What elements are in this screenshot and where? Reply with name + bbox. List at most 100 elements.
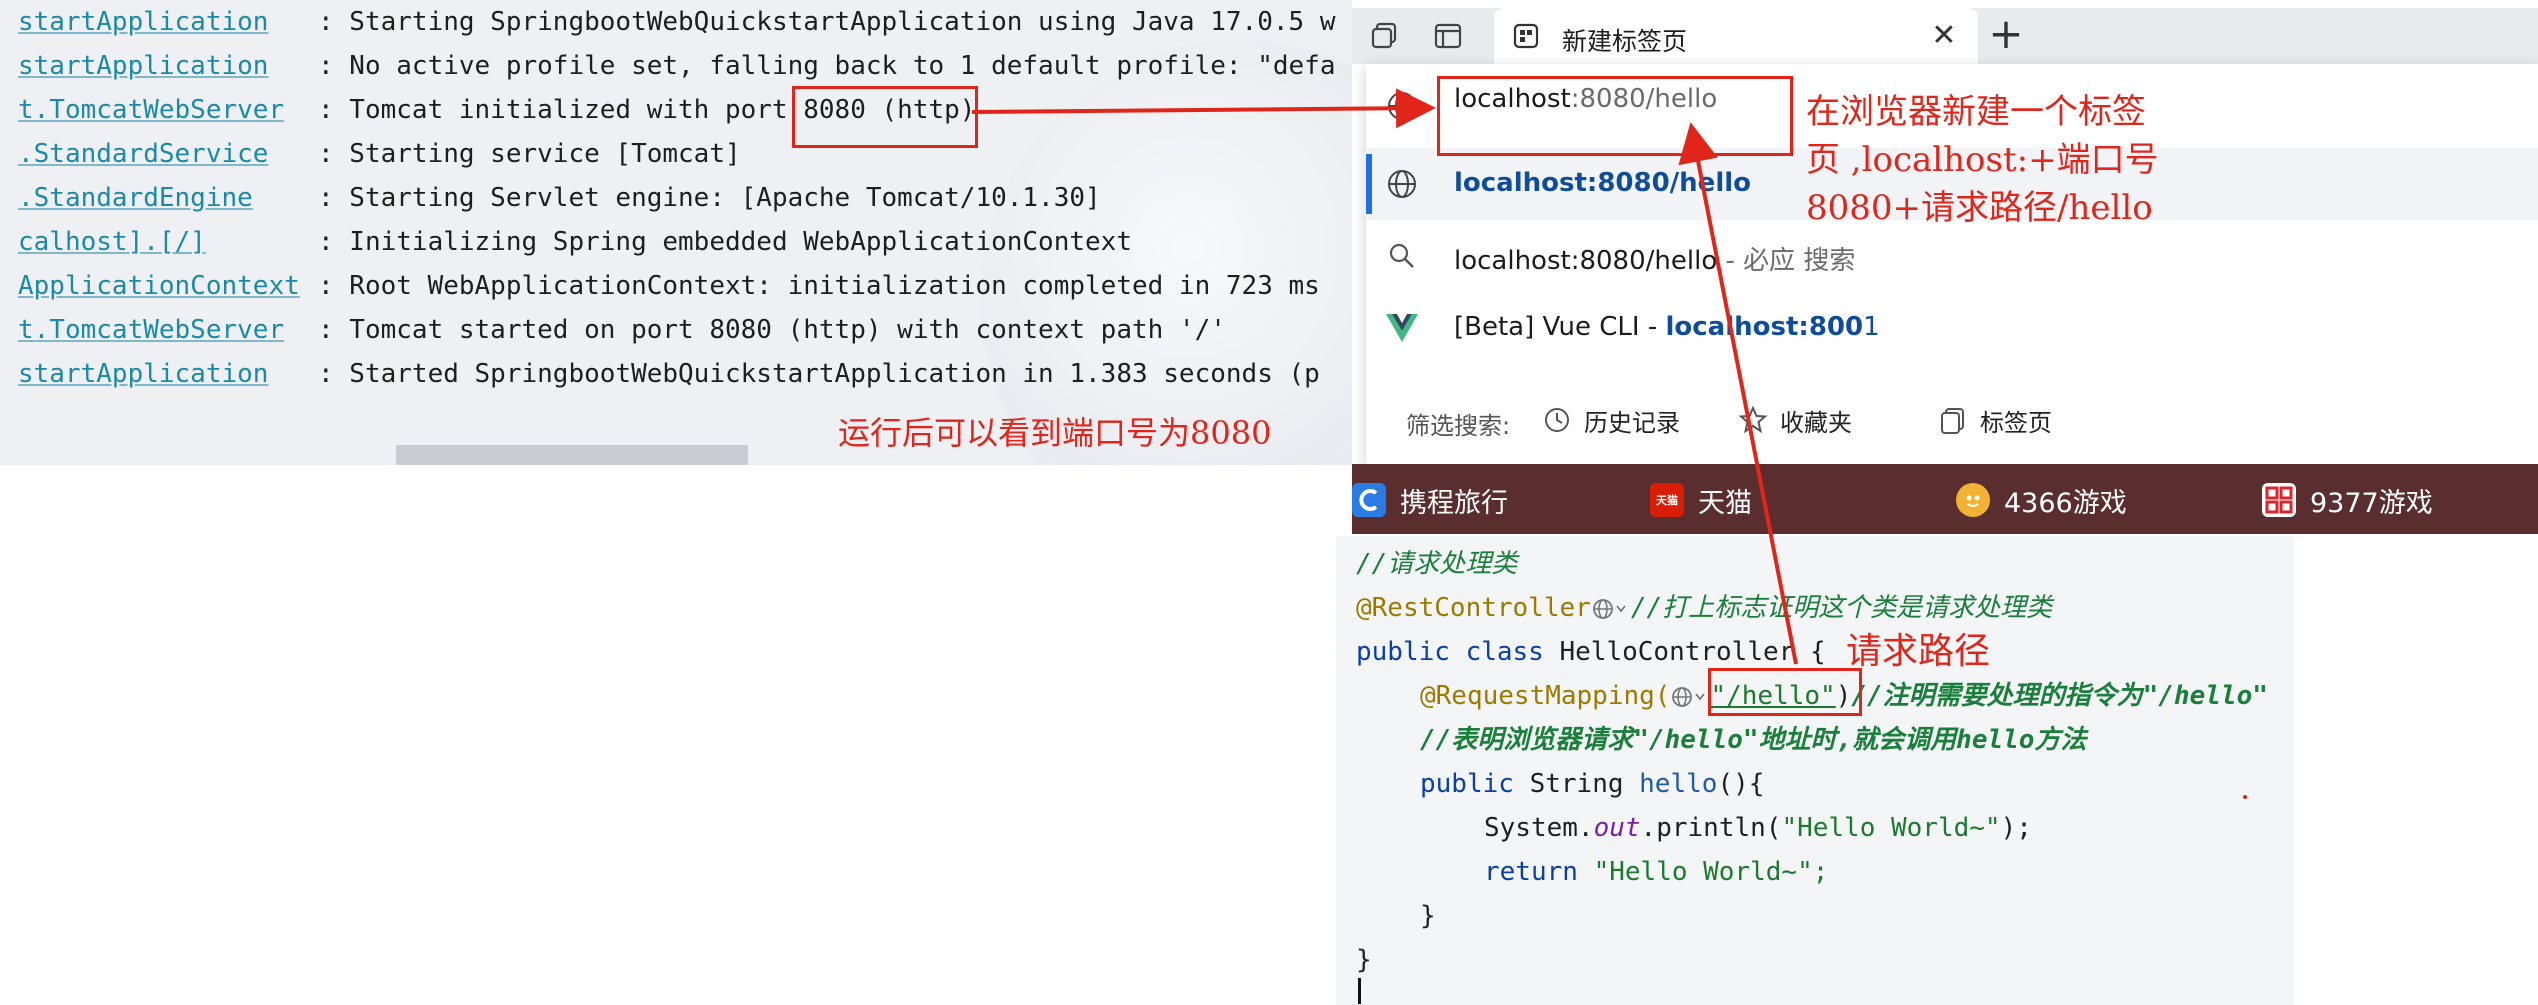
search-filter-row: 筛选搜索: 历史记录 收藏夹 标签页 [1366,386,2538,456]
log-logger-link[interactable]: ApplicationContext [18,264,318,308]
tab-bar: 新建标签页 ✕ + [1352,8,2538,64]
log-logger-link[interactable]: startApplication [18,44,318,88]
log-line: .StandardService: Starting service [Tomc… [18,132,741,176]
path-highlight-box [1708,668,1862,716]
statement-end: ); [2000,813,2032,843]
log-message: : Starting service [Tomcat] [318,139,741,169]
bookmark-label: 天猫 [1698,487,1752,519]
println-call: .println( [1640,813,1782,843]
keyword: public class [1356,637,1544,667]
string-literal: "Hello World~" [1781,813,2001,843]
suggestion-search-engine: - 必应 搜索 [1717,246,1856,276]
code-editor[interactable]: //请求处理类 @RestController //打上标志证明这个类是请求处理类… [1336,536,2294,1005]
tab-title: 新建标签页 [1562,27,1688,56]
browser-annotation-line1: 在浏览器新建一个标签 [1806,92,2146,132]
rest-controller-annotation[interactable]: @RestController [1356,593,1591,623]
suggestion-search-text: localhost:8080/hello - 必应 搜索 [1454,240,1855,277]
string-literal: "Hello World~"; [1577,857,1829,887]
request-mapping-annotation[interactable]: @RequestMapping( [1420,681,1670,711]
filter-tabs-button[interactable]: 标签页 [1938,400,2052,440]
return-type: String [1513,769,1640,799]
workspaces-icon[interactable] [1364,16,1404,56]
port-annotation-text: 运行后可以看到端口号为8080 [838,414,1272,452]
text-cursor [1358,978,1361,1004]
log-message: : Starting Servlet engine: [Apache Tomca… [318,183,1101,213]
port-highlight-box [792,86,978,148]
bookmark-label: 携程旅行 [1400,487,1508,519]
bookmark-4366[interactable]: 4366游戏 [1956,478,2127,522]
log-logger-link[interactable]: t.TomcatWebServer [18,308,318,352]
log-line: startApplication: Started SpringbootWebQ… [18,352,1320,396]
filter-favorites-button[interactable]: 收藏夹 [1738,400,1852,440]
favorites-bar: 携程旅行 天猫 天猫 4366游戏 9377游戏 [1352,464,2538,534]
log-line: t.TomcatWebServer: Tomcat started on por… [18,308,1226,352]
console-horizontal-scrollbar[interactable] [396,445,748,465]
keyword: public [1420,769,1514,799]
selection-indicator [1366,154,1372,214]
globe-icon [1382,86,1422,126]
vertical-tabs-icon[interactable] [1428,16,1468,56]
suggestion-history-text: [Beta] Vue CLI - localhost:8001 [1454,312,1880,342]
method-params: (){ [1717,769,1765,799]
browser-annotation-line2: 页 ,localhost:+端口号 [1806,140,2159,180]
tabs-icon [1941,408,1964,434]
system-class: System. [1484,813,1594,843]
log-line: calhost].[/]: Initializing Spring embedd… [18,220,1132,264]
filter-label: 筛选搜索: [1406,412,1511,440]
filter-favorites-label: 收藏夹 [1780,408,1852,437]
code-comment: //表明浏览器请求"/hello"地址时,就会调用hello方法 [1420,725,2087,755]
class-declaration: HelloController { [1543,637,1826,667]
address-highlight-box [1437,76,1793,156]
log-logger-link[interactable]: calhost].[/] [18,220,318,264]
code-line: //请求处理类 [1356,542,1517,586]
history-icon [1545,408,1569,432]
bookmark-9377[interactable]: 9377游戏 [2262,478,2433,522]
log-logger-link[interactable]: t.TomcatWebServer [18,88,318,132]
method-name[interactable]: hello [1639,769,1717,799]
4366-icon [1956,483,1990,517]
filter-history-button[interactable]: 历史记录 [1542,400,1680,440]
close-tab-icon[interactable]: ✕ [1924,16,1964,56]
code-line: //表明浏览器请求"/hello"地址时,就会调用hello方法 [1420,718,2086,762]
web-endpoint-icon[interactable] [1670,685,1710,709]
new-tab-page-icon [1506,16,1546,56]
log-message: : Root WebApplicationContext: initializa… [318,271,1320,301]
keyword: return [1484,857,1578,887]
suggestion-rest: 1 [1863,312,1880,342]
bookmark-ctrip[interactable]: 携程旅行 [1352,478,1508,522]
suggestion-title: [Beta] Vue CLI - [1454,312,1666,342]
log-message: : Tomcat started on port 8080 (http) wit… [318,315,1226,345]
tab-new-tab[interactable]: 新建标签页 ✕ [1494,8,1978,64]
new-tab-plus-icon[interactable]: + [1984,13,2028,56]
console-output-panel: startApplication: Starting SpringbootWeb… [0,0,1352,465]
log-message: : Started SpringbootWebQuickstartApplica… [318,359,1320,389]
browser-annotation: 在浏览器新建一个标签 页 ,localhost:+端口号 8080+请求路径/h… [1806,88,2159,232]
bookmark-tmall[interactable]: 天猫 天猫 [1650,478,1752,522]
web-endpoint-icon[interactable] [1591,597,1631,621]
code-comment: //请求处理类 [1356,549,1518,579]
request-path-annotation: 请求路径 [1846,631,1991,672]
suggestion-query: localhost:8080/hello [1454,246,1718,276]
tmall-icon: 天猫 [1650,483,1684,517]
log-message: : No active profile set, falling back to… [318,51,1336,81]
bookmark-label: 4366游戏 [2004,487,2127,519]
suggestion-url: localhost:8080/hello [1454,168,1752,198]
log-logger-link[interactable]: startApplication [18,0,318,44]
code-line: public String hello(){ [1420,762,1764,806]
code-comment: //注明需要处理的指令为"/hello" [1851,681,2268,711]
browser-annotation-line3: 8080+请求路径/hello [1806,188,2153,228]
search-icon [1382,236,1422,276]
log-logger-link[interactable]: startApplication [18,352,318,396]
out-field: out [1593,813,1641,843]
suggestion-row-history[interactable]: [Beta] Vue CLI - localhost:8001 [1366,292,2538,364]
closing-brace: } [1356,945,1372,975]
log-line: startApplication: No active profile set,… [18,44,1335,88]
vue-logo-icon [1382,308,1422,348]
code-line: System.out.println("Hello World~"); [1484,806,2032,850]
log-logger-link[interactable]: .StandardService [18,132,318,176]
filter-history-label: 历史记录 [1584,408,1680,437]
filter-tabs-label: 标签页 [1980,408,2052,437]
9377-icon [2262,483,2296,517]
log-logger-link[interactable]: .StandardEngine [18,176,318,220]
closing-brace: } [1420,901,1436,931]
